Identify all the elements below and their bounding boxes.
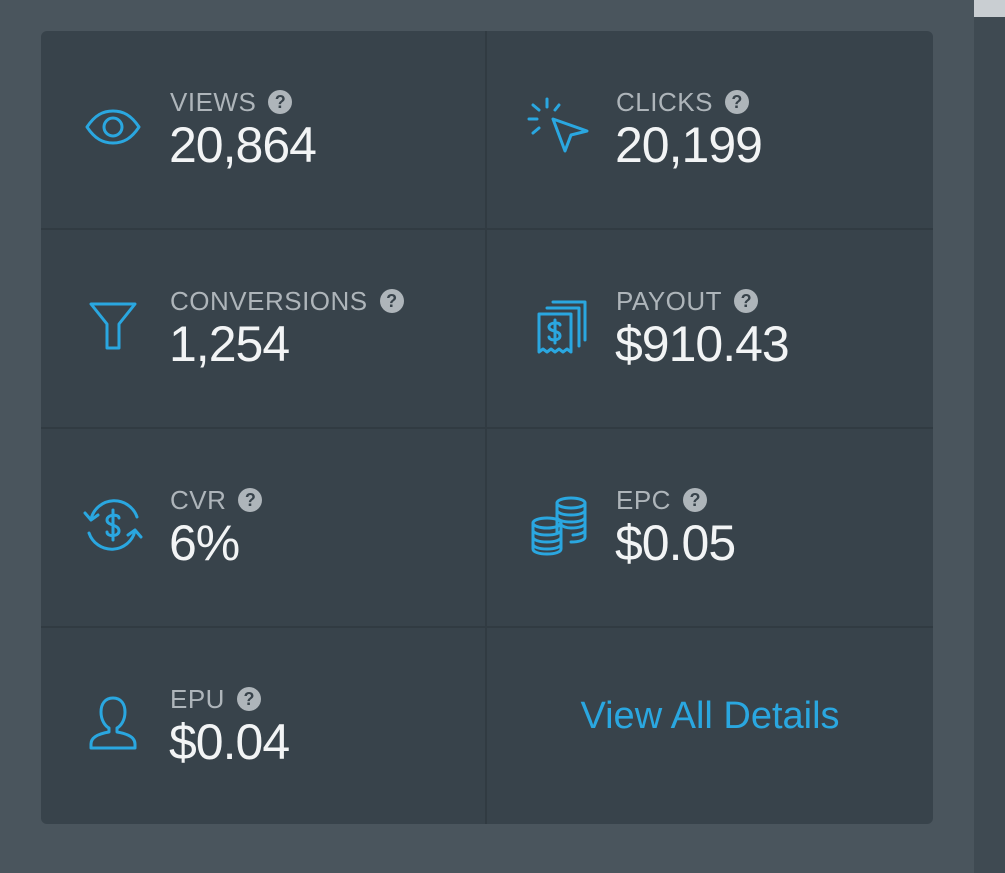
user-icon [81,692,145,756]
stat-cvr: CVR ? 6% [41,429,487,628]
stat-value: 20,199 [615,117,763,173]
help-icon[interactable]: ? [682,488,707,512]
cursor-click-icon [527,95,591,159]
help-icon[interactable]: ? [379,289,404,313]
stat-payout: PAYOUT ? $910.43 [487,230,933,429]
coin-stack-icon [527,493,591,557]
help-icon[interactable]: ? [734,289,759,313]
help-icon[interactable]: ? [238,488,263,512]
stat-label: CVR [170,485,227,515]
help-icon[interactable]: ? [268,90,293,114]
stat-value: $0.04 [169,714,290,770]
stats-card: VIEWS ? 20,864 CLICKS ? 20,199 CONVERSIO… [41,31,933,824]
stat-label: CLICKS [616,87,713,117]
stat-label: PAYOUT [616,286,723,316]
rail-tab[interactable] [974,0,1005,17]
stat-value: $910.43 [615,316,790,372]
view-all-details-link[interactable]: View All Details [487,694,933,738]
stat-label: CONVERSIONS [170,286,368,316]
help-icon[interactable]: ? [724,90,749,114]
right-rail [974,0,1005,873]
stat-label: VIEWS [170,87,257,117]
stat-epc: EPC ? $0.05 [487,429,933,628]
stat-value: 1,254 [169,316,290,372]
stat-label: EPU [170,684,225,714]
help-icon[interactable]: ? [236,687,261,711]
stat-clicks: CLICKS ? 20,199 [487,31,933,230]
funnel-icon [81,294,145,358]
stat-views: VIEWS ? 20,864 [41,31,487,230]
dollar-cycle-icon [81,493,145,557]
stat-label: EPC [616,485,671,515]
stat-epu: EPU ? $0.04 [41,628,487,824]
view-all-cell: View All Details [487,628,933,824]
stat-value: 6% [169,515,240,571]
stat-value: $0.05 [615,515,736,571]
stat-value: 20,864 [169,117,317,173]
page: VIEWS ? 20,864 CLICKS ? 20,199 CONVERSIO… [0,0,1005,873]
stat-conversions: CONVERSIONS ? 1,254 [41,230,487,429]
receipt-stack-icon [527,294,591,358]
eye-icon [81,95,145,159]
